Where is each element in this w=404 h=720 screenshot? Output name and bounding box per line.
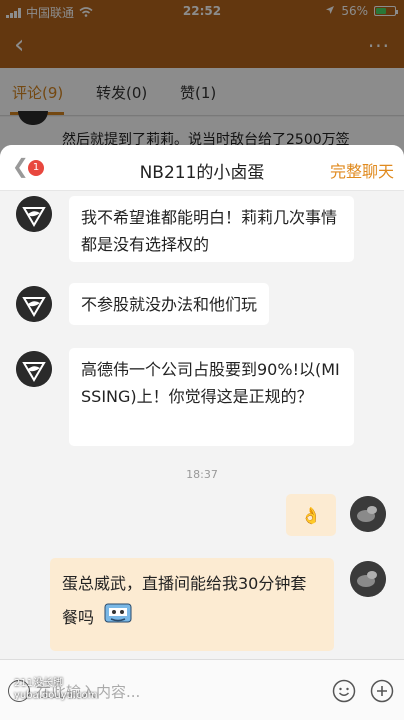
full-chat-button[interactable]: 完整聊天 [330, 158, 394, 182]
avatar-logo-icon [16, 351, 52, 387]
avatar[interactable] [16, 286, 52, 322]
watermark: 211没长脚 yuba.douyu.com [14, 678, 98, 702]
message-bubble: 高德伟一个公司占股要到90%!以(MISSING)上！你觉得这是正规的？ [69, 348, 354, 446]
message-timestamp: 18:37 [186, 468, 218, 481]
avatar[interactable] [16, 196, 52, 232]
watermark-line2: yuba.douyu.com [14, 690, 98, 701]
message-bubble: 蛋总威武，直播间能给我30分钟套餐吗 [50, 558, 334, 651]
avatar-photo-icon [350, 496, 386, 532]
chat-sheet: ❮ 1 NB211的小卤蛋 完整聊天 我不希望谁都能明白！莉莉几次事情都是没有选… [0, 145, 404, 720]
sticker-icon [103, 602, 133, 636]
message-bubble: 不参股就没办法和他们玩 [69, 283, 270, 325]
avatar[interactable] [16, 351, 52, 387]
avatar-logo-icon [16, 196, 52, 232]
my-avatar[interactable] [350, 561, 386, 597]
watermark-line1: 211没长脚 [14, 678, 64, 689]
plus-icon[interactable] [370, 679, 394, 703]
avatar-photo-icon [350, 561, 386, 597]
ok-emoji-message: 👌 [286, 494, 336, 536]
chat-header: ❮ 1 NB211的小卤蛋 完整聊天 [0, 145, 404, 191]
message-bubble: 我不希望谁都能明白！莉莉几次事情都是没有选择权的 [69, 196, 354, 262]
emoji-icon[interactable] [332, 679, 356, 703]
avatar-logo-icon [16, 286, 52, 322]
message-text: 蛋总威武，直播间能给我30分钟套餐吗 [62, 574, 307, 627]
my-avatar[interactable] [350, 496, 386, 532]
